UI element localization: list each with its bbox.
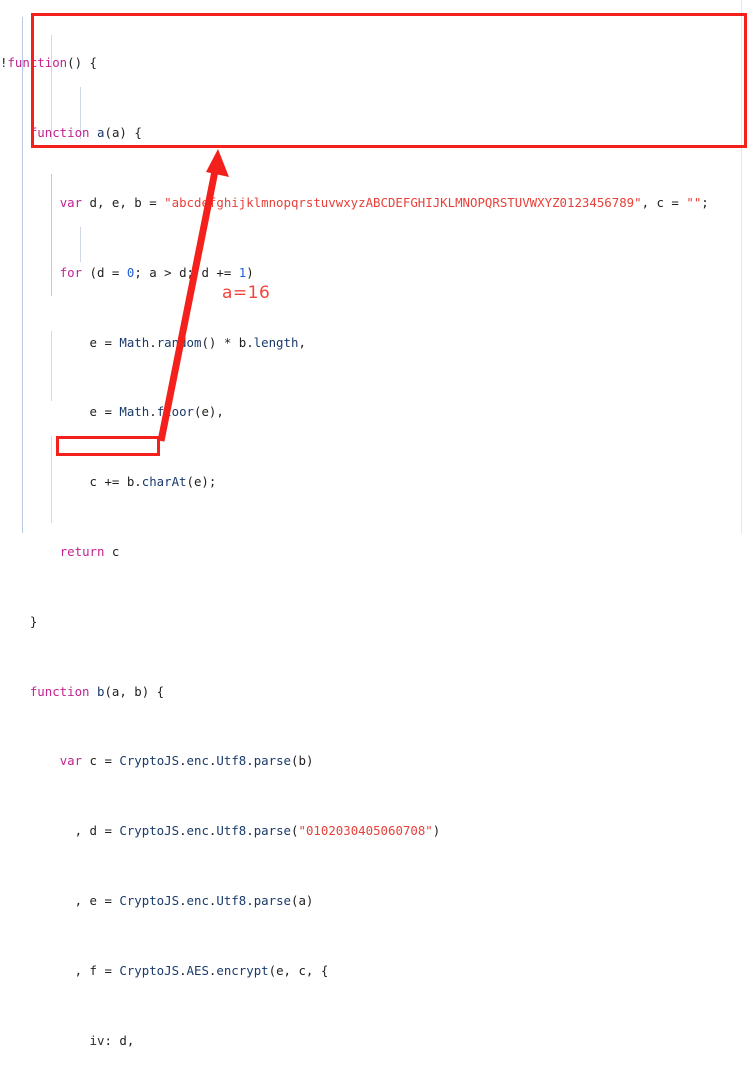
code-line[interactable]: , d = CryptoJS.enc.Utf8.parse("010203040… [0, 822, 709, 839]
code-line[interactable]: , e = CryptoJS.enc.Utf8.parse(a) [0, 892, 709, 909]
editor-right-divider [741, 0, 742, 533]
code-line[interactable]: , f = CryptoJS.AES.encrypt(e, c, { [0, 962, 709, 979]
code-content[interactable]: !function() { function a(a) { var d, e, … [0, 2, 709, 1066]
code-line[interactable]: var c = CryptoJS.enc.Utf8.parse(b) [0, 752, 709, 769]
code-editor-pane[interactable]: !function() { function a(a) { var d, e, … [0, 0, 755, 1048]
code-line[interactable]: function a(a) { [0, 124, 709, 141]
code-line[interactable]: !function() { [0, 54, 709, 71]
annotation-label-a-equals-16: a=16 [222, 283, 271, 303]
code-line[interactable]: function b(a, b) { [0, 683, 709, 700]
code-line[interactable]: e = Math.floor(e), [0, 403, 709, 420]
code-line[interactable]: for (d = 0; a > d; d += 1) [0, 264, 709, 281]
code-line[interactable]: e = Math.random() * b.length, [0, 334, 709, 351]
code-line[interactable]: } [0, 613, 709, 630]
code-line[interactable]: iv: d, [0, 1032, 709, 1049]
code-line[interactable]: return c [0, 543, 709, 560]
code-line[interactable]: c += b.charAt(e); [0, 473, 709, 490]
code-line[interactable]: var d, e, b = "abcdefghijklmnopqrstuvwxy… [0, 194, 709, 211]
